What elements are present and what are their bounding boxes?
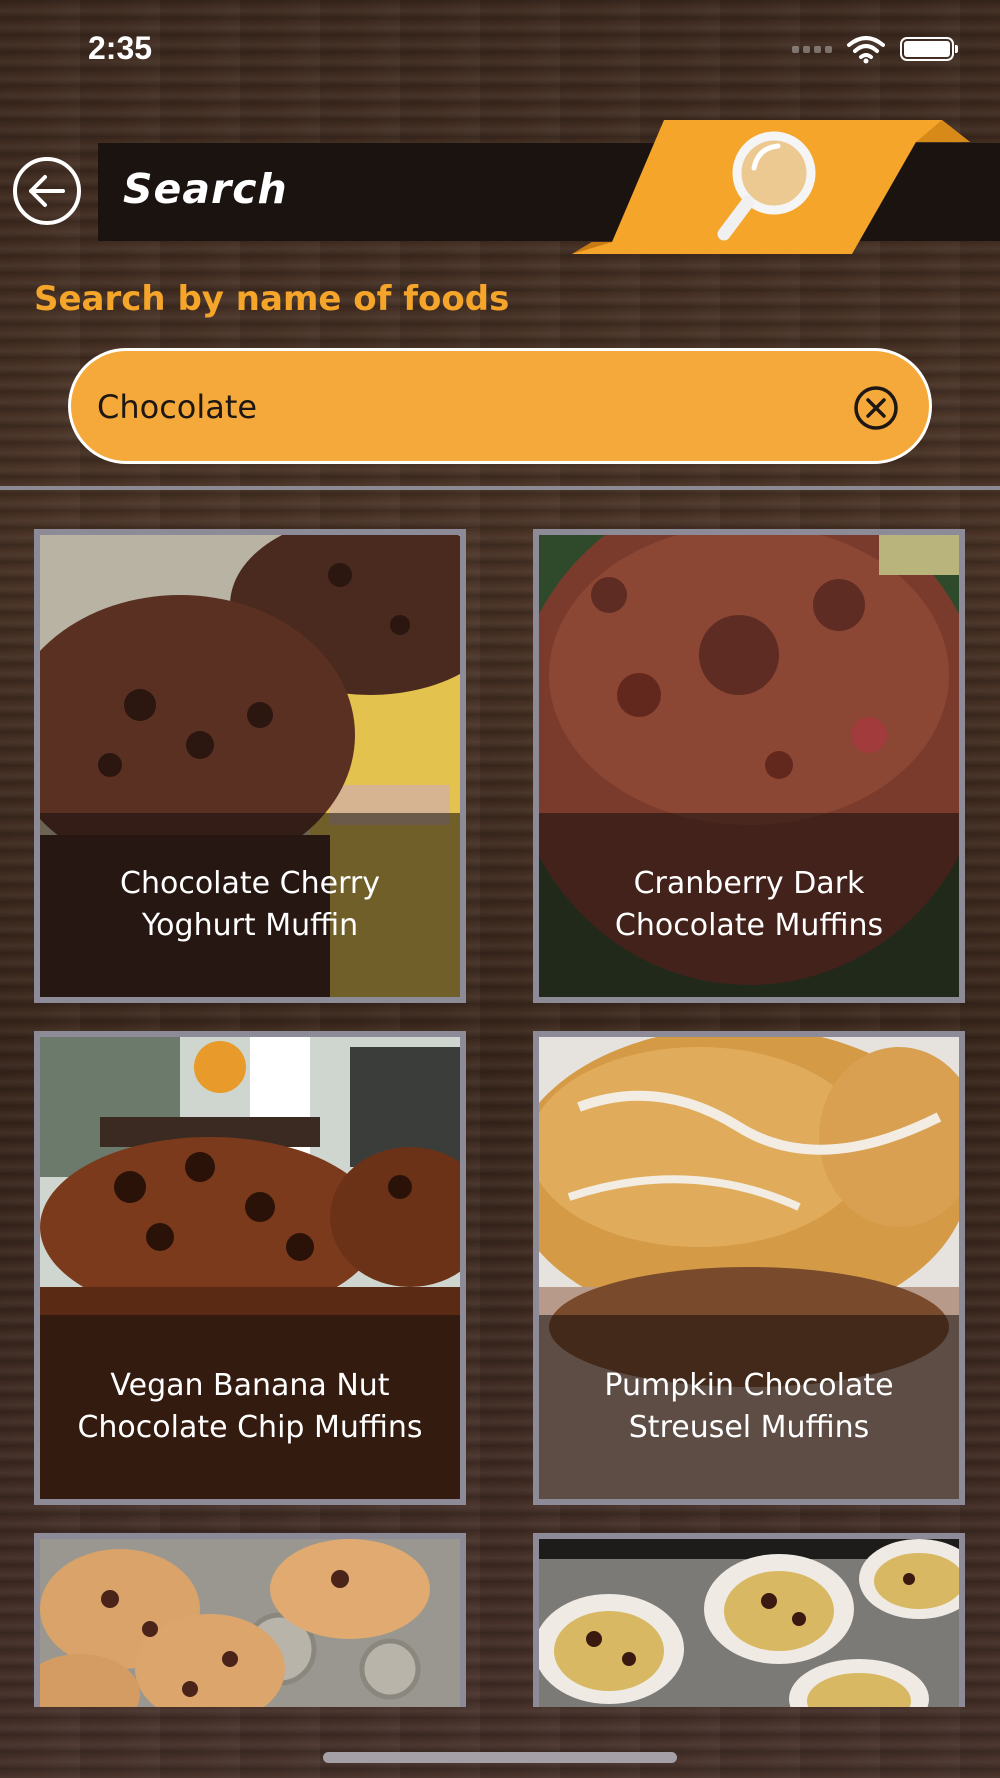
recipe-title: Vegan Banana Nut Chocolate Chip Muffins [40,1315,460,1499]
divider [0,486,1000,490]
recipe-card[interactable]: Cranberry Dark Chocolate Muffins [533,529,965,1003]
status-icons [792,34,958,64]
search-section-label: Search by name of foods [34,279,510,319]
search-banner[interactable] [572,118,972,258]
status-time: 2:35 [88,30,153,66]
recipe-photo [539,1539,959,1707]
cellular-signal-icon [792,45,832,53]
recipe-card[interactable] [533,1533,965,1707]
recipe-title: Pumpkin Chocolate Streusel Muffins [539,1315,959,1499]
recipe-card[interactable] [34,1533,466,1707]
recipe-card[interactable]: Pumpkin Chocolate Streusel Muffins [533,1031,965,1505]
clear-icon [854,386,898,430]
recipe-title: Cranberry Dark Chocolate Muffins [539,813,959,997]
status-bar: 2:35 [0,0,1000,100]
search-field[interactable] [68,348,932,464]
search-input[interactable] [97,377,817,437]
battery-icon [900,37,958,61]
wifi-icon [847,36,885,64]
recipe-title: Chocolate Cherry Yoghurt Muffin [40,813,460,997]
recipe-card[interactable]: Chocolate Cherry Yoghurt Muffin [34,529,466,1003]
back-button[interactable] [13,157,81,225]
clear-search-button[interactable] [853,385,899,431]
recipe-photo [40,1539,460,1707]
home-indicator[interactable] [323,1752,677,1763]
page-title: Search [123,165,288,213]
back-arrow-icon [29,175,65,207]
recipe-card[interactable]: Vegan Banana Nut Chocolate Chip Muffins [34,1031,466,1505]
